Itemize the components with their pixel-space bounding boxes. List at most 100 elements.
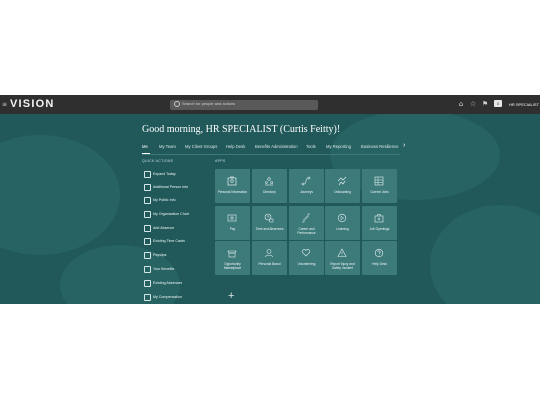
job-openings-icon	[374, 214, 384, 223]
quick-action-label: My Organization Chart	[153, 212, 189, 216]
tab-bar: Me My Team My Client Groups Help Desk Be…	[142, 144, 402, 154]
timecard-icon	[144, 238, 151, 245]
org-chart-icon	[144, 211, 151, 218]
quick-action-item[interactable]: My Compensation	[144, 293, 204, 302]
quick-action-item[interactable]: My Public Info	[144, 196, 204, 205]
chevron-right-icon[interactable]: ›	[403, 142, 405, 149]
quick-action-label: Additional Person Info	[153, 185, 189, 189]
app-tile-time-and-absences[interactable]: Time and Absences	[252, 206, 287, 240]
favorites-icon[interactable]: ☆	[469, 100, 477, 108]
tab-help-desk[interactable]: Help Desk	[226, 144, 245, 149]
app-tile-current-jobs[interactable]: Current Jobs	[362, 169, 397, 203]
tile-label: Pay	[229, 227, 236, 231]
safety-icon	[337, 248, 347, 257]
search-icon	[174, 101, 180, 107]
career-icon	[302, 213, 310, 223]
app-tile-onboarding[interactable]: Onboarding	[325, 169, 360, 203]
app-tile-help-desk[interactable]: Help Desk	[362, 241, 397, 275]
calendar-list-icon	[144, 280, 151, 287]
page-title: Good morning, HR SPECIALIST (Curtis Feit…	[142, 124, 341, 135]
app-tile-job-openings[interactable]: Job Openings	[362, 206, 397, 240]
search-input[interactable]: Search for people and actions	[170, 100, 318, 110]
tab-benefits-administration[interactable]: Benefits Administration	[255, 144, 298, 149]
person-info-icon	[144, 184, 151, 191]
background-shape	[0, 135, 120, 255]
tile-label: Career and Performance	[297, 227, 316, 235]
person-card-icon	[227, 176, 237, 186]
payslip-icon	[144, 252, 151, 259]
homepage: ≡ VISION Search for people and actions ⌂…	[0, 95, 540, 304]
id-card-icon	[144, 197, 151, 204]
flag-icon[interactable]: ⚑	[481, 100, 489, 108]
notifications-badge[interactable]: 0	[494, 100, 502, 107]
home-icon[interactable]: ⌂	[457, 100, 465, 108]
onboarding-icon	[337, 176, 347, 186]
app-logo[interactable]: VISION	[10, 98, 55, 110]
quick-action-label: My Compensation	[153, 295, 182, 299]
quick-action-label: Payslips	[153, 253, 167, 257]
tile-label: Volunteering	[297, 262, 316, 266]
app-tile-learning[interactable]: Learning	[325, 206, 360, 240]
quick-action-item[interactable]: Expand Today	[144, 170, 204, 179]
quick-action-item[interactable]: My Organization Chart	[144, 210, 204, 219]
app-tile-opportunity-marketplace[interactable]: Opportunity Marketplace	[215, 241, 250, 275]
pay-icon	[227, 214, 237, 222]
calendar-add-icon	[144, 225, 151, 232]
time-absences-icon	[264, 213, 274, 223]
tab-my-reporting[interactable]: My Reporting	[326, 144, 351, 149]
calendar-icon	[144, 171, 151, 178]
tile-label: Opportunity Marketplace	[223, 262, 242, 270]
user-menu[interactable]: HR SPECIALIST	[509, 102, 539, 107]
current-jobs-icon	[374, 176, 384, 186]
personal-brand-icon	[265, 249, 273, 258]
background-shape	[430, 205, 540, 304]
tile-label: Time and Absences	[255, 227, 284, 231]
app-tile-report-injury[interactable]: Report Injury and Safety Incident	[325, 241, 360, 275]
tabs-divider	[142, 154, 400, 155]
quick-action-label: Existing Absences	[153, 281, 183, 285]
volunteering-icon	[301, 249, 311, 257]
app-tile-career-and-performance[interactable]: Career and Performance	[289, 206, 324, 240]
quick-action-item[interactable]: Additional Person Info	[144, 183, 204, 192]
tab-me[interactable]: Me	[142, 144, 148, 149]
tile-label: Personal Information	[217, 190, 248, 194]
quick-action-item[interactable]: Payslips	[144, 251, 204, 260]
quick-action-label: My Public Info	[153, 198, 176, 202]
tab-tools[interactable]: Tools	[306, 144, 316, 149]
directory-icon	[264, 177, 273, 186]
tile-label: Personal Brand	[258, 262, 281, 266]
tile-label: Report Injury and Safety Incident	[330, 262, 355, 270]
global-header: ≡ VISION Search for people and actions ⌂…	[0, 95, 540, 114]
tab-business-resilience[interactable]: Business Resilience	[361, 144, 398, 149]
benefits-icon	[144, 266, 151, 273]
tab-my-team[interactable]: My Team	[159, 144, 176, 149]
tile-label: Journeys	[300, 190, 313, 194]
quick-actions-heading: QUICK ACTIONS	[142, 159, 174, 163]
quick-action-item[interactable]: Existing Time Cards	[144, 237, 204, 246]
quick-action-item[interactable]: Add Absence	[144, 224, 204, 233]
plus-icon[interactable]: +	[228, 291, 234, 302]
app-tile-directory[interactable]: Directory	[252, 169, 287, 203]
apps-heading: APPS	[215, 159, 226, 163]
learning-icon	[337, 213, 347, 223]
marketplace-icon	[227, 250, 237, 258]
app-tile-volunteering[interactable]: Volunteering	[289, 241, 324, 275]
tile-label: Current Jobs	[370, 190, 389, 194]
tile-label: Learning	[336, 227, 349, 231]
app-tile-personal-information[interactable]: Personal Information	[215, 169, 250, 203]
app-tile-journeys[interactable]: Journeys	[289, 169, 324, 203]
tab-my-client-groups[interactable]: My Client Groups	[185, 144, 217, 149]
tile-label: Help Desk	[372, 262, 387, 266]
quick-action-item[interactable]: Existing Absences	[144, 279, 204, 288]
quick-action-label: Expand Today	[153, 172, 176, 176]
quick-action-item[interactable]: Your Benefits	[144, 265, 204, 274]
app-tile-personal-brand[interactable]: Personal Brand	[252, 241, 287, 275]
quick-action-label: Add Absence	[153, 226, 175, 230]
app-tile-pay[interactable]: Pay	[215, 206, 250, 240]
quick-action-label: Existing Time Cards	[153, 239, 185, 243]
tile-label: Job Openings	[369, 227, 390, 231]
journeys-icon	[301, 176, 311, 186]
compensation-icon	[144, 294, 151, 301]
quick-action-label: Your Benefits	[153, 267, 175, 271]
navigator-menu-icon[interactable]: ≡	[2, 101, 7, 108]
